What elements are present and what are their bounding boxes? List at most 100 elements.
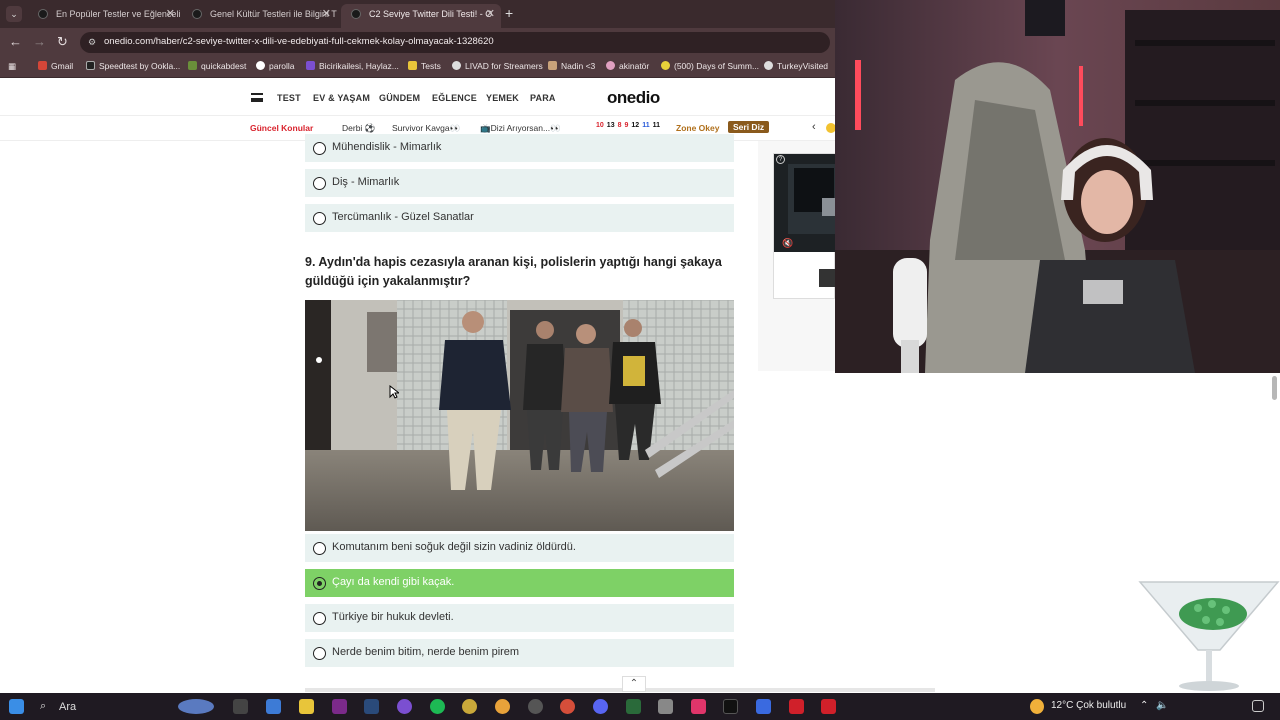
widget-character-icon[interactable]	[178, 699, 214, 714]
tab-2[interactable]: Genel Kültür Testleri ile Bilgini T ✕	[182, 4, 337, 28]
weather-text[interactable]: 12°C Çok bulutlu	[1051, 700, 1126, 711]
bookmark-gmail[interactable]: Gmail	[38, 61, 73, 71]
nav-ev-yasam[interactable]: EV & YAŞAM	[313, 93, 370, 103]
option-label: Türkiye bir hukuk devleti.	[332, 611, 454, 623]
quiz-option[interactable]: Mühendislik - Mimarlık	[305, 134, 734, 162]
avatar-icon	[548, 61, 557, 70]
radio-button[interactable]	[313, 612, 326, 625]
quiz-option[interactable]: Diş - Mimarlık	[305, 169, 734, 197]
tab-1[interactable]: En Popüler Testler ve Eğlenceli ✕	[28, 4, 181, 28]
quiz-option-selected[interactable]: Çayı da kendi gibi kaçak.	[305, 569, 734, 597]
app-icon[interactable]	[658, 699, 673, 714]
browser-tab-bar: ⌄ En Popüler Testler ve Eğlenceli ✕ Gene…	[0, 0, 835, 28]
discord-icon[interactable]	[593, 699, 608, 714]
app-icon[interactable]	[691, 699, 706, 714]
nav-yemek[interactable]: YEMEK	[486, 93, 519, 103]
tab-title: En Popüler Testler ve Eğlenceli	[56, 9, 181, 19]
ad-cta-button[interactable]	[819, 269, 836, 287]
close-icon[interactable]: ✕	[166, 4, 175, 24]
topic-dizi[interactable]: 📺Dizi Arıyorsan...👀	[480, 123, 561, 134]
nav-test[interactable]: TEST	[277, 93, 301, 103]
windows-start-icon[interactable]	[9, 699, 24, 714]
notification-icon[interactable]	[1252, 700, 1264, 712]
vertical-scrollbar-thumb[interactable]	[1272, 376, 1277, 400]
file-explorer-icon[interactable]	[299, 699, 314, 714]
close-icon[interactable]: ✕	[322, 4, 331, 24]
app-icon[interactable]	[462, 699, 477, 714]
chevron-left-icon[interactable]: ‹	[812, 121, 816, 133]
task-view-icon[interactable]	[233, 699, 248, 714]
chrome-icon[interactable]	[560, 699, 575, 714]
app-icon[interactable]	[789, 699, 804, 714]
quiz-option[interactable]: Türkiye bir hukuk devleti.	[305, 604, 734, 632]
copilot-icon[interactable]	[266, 699, 281, 714]
bookmark-livad[interactable]: LIVAD for Streamers	[452, 61, 543, 71]
tab-title: C2 Seviye Twitter Dili Testi! - O	[369, 9, 493, 19]
quiz-option[interactable]: Tercümanlık - Güzel Sanatlar	[305, 204, 734, 232]
spotify-icon[interactable]	[430, 699, 445, 714]
ad-video-frame[interactable]: 🔇 ?	[774, 154, 836, 252]
close-icon[interactable]: ✕	[486, 4, 495, 24]
horizontal-scrollbar[interactable]	[305, 688, 935, 692]
search-label: Ara	[59, 701, 77, 713]
new-tab-plus-icon[interactable]: +	[505, 5, 513, 21]
back-arrow-icon[interactable]: ←	[9, 34, 22, 49]
steam-icon[interactable]	[364, 699, 379, 714]
quiz-option[interactable]: Nerde benim bitim, nerde benim pirem	[305, 639, 734, 667]
app-icon[interactable]	[821, 699, 836, 714]
radio-button[interactable]	[313, 212, 326, 225]
radio-button[interactable]	[313, 577, 326, 590]
topics-label: Güncel Konular	[250, 123, 314, 133]
bookmark-parolla[interactable]: parolla	[256, 61, 295, 71]
option-label: Komutanım beni soğuk değil sizin vadiniz…	[332, 541, 576, 553]
radio-button[interactable]	[313, 542, 326, 555]
windows-taskbar: ⌕ Ara 12°C Çok bulutlu ⌃ 🔈	[0, 693, 1280, 720]
apps-grid-icon[interactable]: ▦	[8, 61, 16, 72]
option-label: Tercümanlık - Güzel Sanatlar	[332, 211, 474, 223]
bookmark-bicirikailesi[interactable]: Bicirikailesi, Haylaz...	[306, 61, 399, 71]
app-icon[interactable]	[332, 699, 347, 714]
onedio-logo[interactable]: onedio	[607, 88, 660, 108]
bookmark-quickabdest[interactable]: quickabdest	[188, 61, 246, 71]
reload-icon[interactable]: ↻	[57, 34, 68, 50]
topic-seri-diz[interactable]: Seri Diz	[728, 121, 770, 133]
chrome-icon[interactable]	[495, 699, 510, 714]
app-icon[interactable]	[626, 699, 641, 714]
radio-button[interactable]	[313, 647, 326, 660]
bookmark-tests[interactable]: Tests	[408, 61, 441, 71]
nav-para[interactable]: PARA	[530, 93, 556, 103]
site-info-icon[interactable]: ⚙	[88, 37, 98, 47]
radio-button[interactable]	[313, 142, 326, 155]
app-icon[interactable]	[528, 699, 543, 714]
nav-eglence[interactable]: EĞLENCE	[432, 93, 477, 103]
radio-button[interactable]	[313, 177, 326, 190]
topic-zone-okey[interactable]: Zone Okey	[676, 123, 719, 133]
menu-hamburger-icon[interactable]	[251, 93, 263, 102]
weather-icon[interactable]	[1030, 699, 1044, 714]
app-icon[interactable]	[756, 699, 771, 714]
topic-survivor[interactable]: Survivor Kavga👀	[392, 123, 460, 134]
tray-chevron-icon[interactable]: ⌃	[1140, 700, 1148, 711]
url-field[interactable]: ⚙ onedio.com/haber/c2-seviye-twitter-x-d…	[80, 32, 830, 53]
scroll-up-chevron-icon[interactable]: ⌃	[622, 676, 646, 692]
app-icon[interactable]	[397, 699, 412, 714]
bookmark-nadin[interactable]: Nadin <3	[548, 61, 595, 71]
tiktok-icon[interactable]	[723, 699, 738, 714]
bookmark-500-days[interactable]: (500) Days of Summ...	[661, 61, 759, 71]
forward-arrow-icon[interactable]: →	[33, 34, 46, 49]
volume-icon[interactable]: 🔈	[1156, 700, 1168, 711]
video-ad[interactable]: 🔇 ?	[773, 153, 836, 299]
quiz-option[interactable]: Komutanım beni soğuk değil sizin vadiniz…	[305, 534, 734, 562]
taskbar-search[interactable]: ⌕ Ara	[32, 695, 172, 718]
mouse-cursor-icon	[389, 385, 399, 399]
number-game-badge[interactable]: 10 13 8 9 12 11 11	[596, 122, 663, 129]
bookmark-turkeyvisited[interactable]: TurkeyVisited	[764, 61, 828, 71]
tab-search-button[interactable]: ⌄	[6, 6, 22, 22]
topic-derbi[interactable]: Derbi ⚽	[342, 123, 375, 134]
bookmark-speedtest[interactable]: Speedtest by Ookla...	[86, 61, 180, 71]
tab-3-active[interactable]: C2 Seviye Twitter Dili Testi! - O ✕	[341, 4, 501, 28]
ad-info-icon[interactable]: ?	[776, 155, 785, 164]
bookmark-akinator[interactable]: akinatör	[606, 61, 649, 71]
speedtest-icon	[86, 61, 95, 70]
nav-gundem[interactable]: GÜNDEM	[379, 93, 420, 103]
